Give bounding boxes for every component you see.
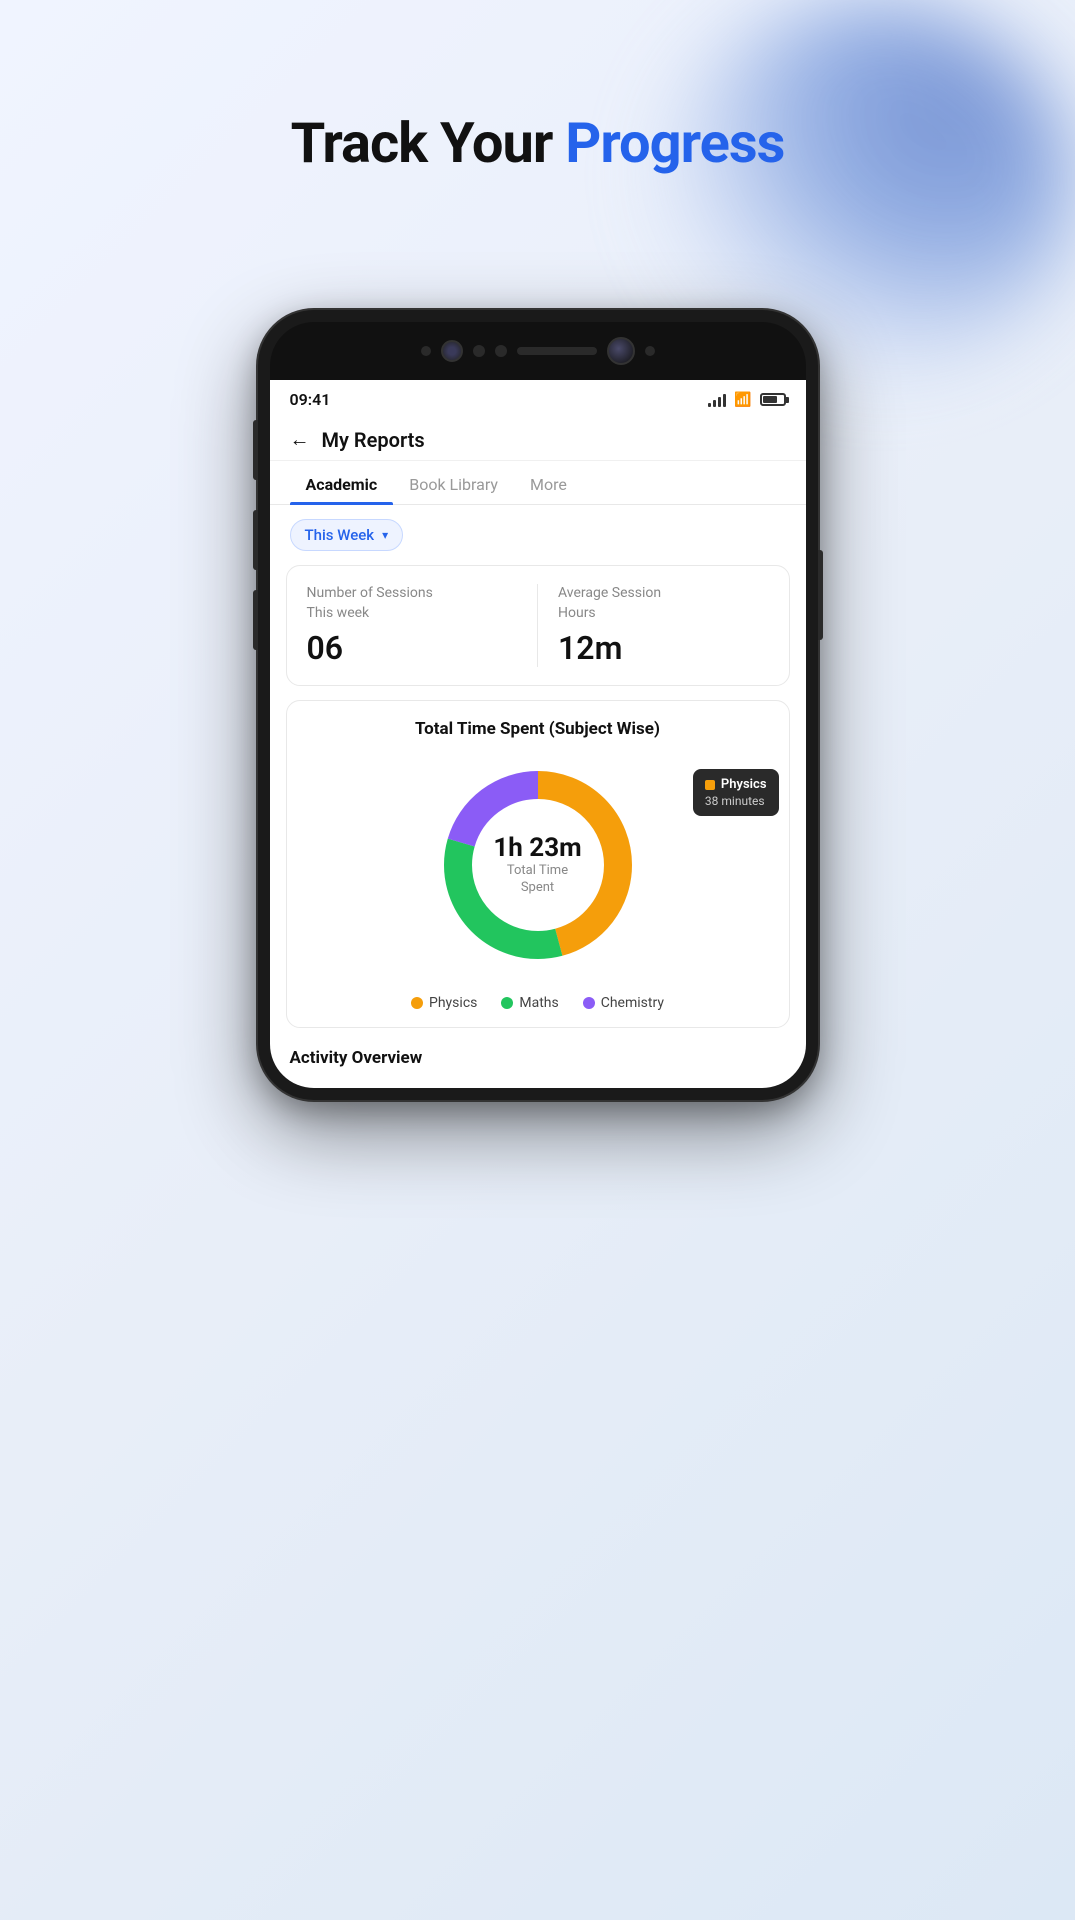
- donut-container: 1h 23m Total TimeSpent Physics 38 minute…: [307, 755, 769, 975]
- sessions-label: Number of SessionsThis week: [307, 584, 518, 623]
- camera-dot-mid2: [495, 345, 507, 357]
- legend-label-physics: Physics: [429, 995, 477, 1011]
- screen-bottom-spacer: [270, 1068, 806, 1088]
- stats-card: Number of SessionsThis week 06 Average S…: [286, 565, 790, 686]
- filter-pill[interactable]: This Week ▾: [290, 519, 404, 551]
- status-bar: 09:41 📶: [270, 380, 806, 415]
- donut-tooltip: Physics 38 minutes: [693, 769, 779, 816]
- legend-dot-chemistry: [583, 997, 595, 1009]
- camera-lens: [607, 337, 635, 365]
- camera-dot-mid: [473, 345, 485, 357]
- avg-label: Average SessionHours: [558, 584, 769, 623]
- legend-dot-maths: [501, 997, 513, 1009]
- tooltip-subject-row: Physics: [705, 777, 767, 792]
- camera-area: [421, 337, 655, 365]
- legend-item-chemistry: Chemistry: [583, 995, 664, 1011]
- signal-bar-4: [723, 394, 726, 407]
- legend-label-maths: Maths: [519, 995, 558, 1011]
- sessions-stat: Number of SessionsThis week 06: [307, 584, 518, 667]
- phone-frame: 09:41 📶 ← My Reports: [258, 310, 818, 1100]
- tab-book-library[interactable]: Book Library: [393, 461, 514, 504]
- legend-item-physics: Physics: [411, 995, 477, 1011]
- signal-bar-1: [708, 403, 711, 407]
- tabs-row: Academic Book Library More: [270, 461, 806, 505]
- back-button[interactable]: ←: [290, 427, 310, 452]
- battery-icon: [760, 393, 786, 406]
- stat-divider: [537, 584, 538, 667]
- activity-section: Activity Overview: [270, 1042, 806, 1068]
- header-title: My Reports: [322, 428, 425, 452]
- tab-more[interactable]: More: [514, 461, 583, 504]
- chart-legend: Physics Maths Chemistry: [307, 995, 769, 1011]
- avg-stat: Average SessionHours 12m: [558, 584, 769, 667]
- camera-dot-left: [421, 346, 431, 356]
- status-time: 09:41: [290, 390, 331, 409]
- legend-dot-physics: [411, 997, 423, 1009]
- chart-title: Total Time Spent (Subject Wise): [307, 719, 769, 739]
- tab-academic[interactable]: Academic: [290, 461, 394, 504]
- battery-fill: [763, 396, 777, 403]
- app-header: ← My Reports: [270, 415, 806, 461]
- phone-mockup: 09:41 📶 ← My Reports: [258, 310, 818, 1100]
- signal-bar-2: [713, 400, 716, 407]
- legend-label-chemistry: Chemistry: [601, 995, 664, 1011]
- title-plain: Track Your: [291, 110, 566, 176]
- legend-item-maths: Maths: [501, 995, 558, 1011]
- filter-label: This Week: [305, 526, 375, 544]
- avg-value: 12m: [558, 629, 769, 667]
- phone-screen: 09:41 📶 ← My Reports: [270, 380, 806, 1088]
- sessions-value: 06: [307, 629, 518, 667]
- donut-chart-svg: [428, 755, 648, 975]
- wifi-icon: 📶: [734, 392, 751, 408]
- signal-bars-icon: [708, 393, 726, 407]
- title-highlight: Progress: [565, 110, 784, 176]
- chevron-down-icon: ▾: [382, 528, 388, 542]
- activity-title: Activity Overview: [290, 1048, 786, 1068]
- chart-card: Total Time Spent (Subject Wise): [286, 700, 790, 1028]
- tooltip-dot-icon: [705, 780, 715, 790]
- signal-bar-3: [718, 397, 721, 407]
- status-icons: 📶: [708, 392, 785, 408]
- phone-top-bar: [270, 322, 806, 380]
- camera-dot-right: [645, 346, 655, 356]
- tooltip-minutes: 38 minutes: [705, 794, 767, 808]
- tooltip-subject: Physics: [721, 777, 767, 792]
- page-title: Track Your Progress: [0, 110, 1075, 176]
- speaker-bar: [517, 347, 597, 355]
- filter-row: This Week ▾: [270, 505, 806, 565]
- camera-iris: [441, 340, 463, 362]
